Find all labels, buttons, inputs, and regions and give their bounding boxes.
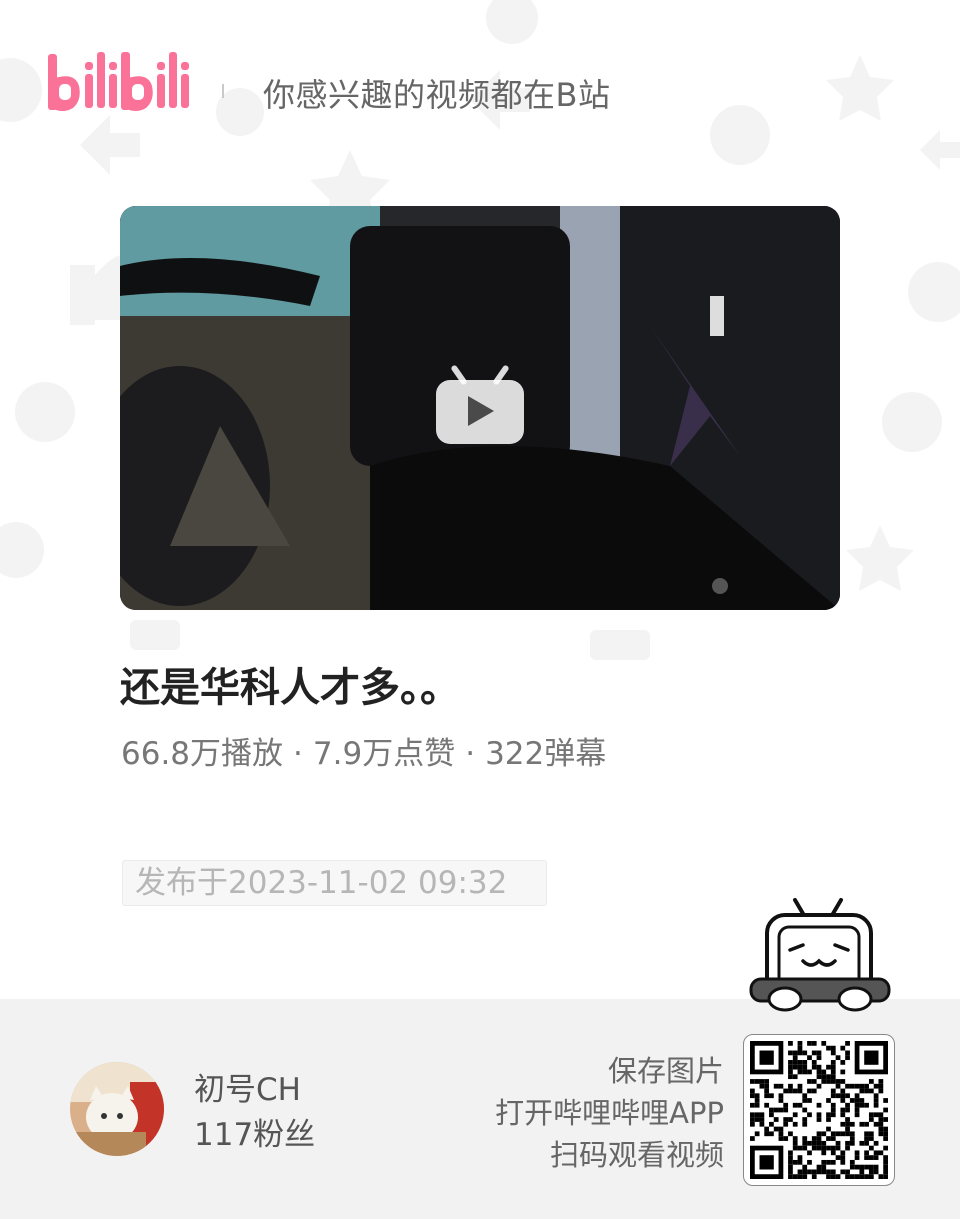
bilibili-logo — [48, 52, 189, 111]
qr-code-image — [750, 1041, 888, 1179]
stats-separator: · — [465, 736, 476, 772]
danmaku-count: 322弹幕 — [485, 736, 607, 772]
cta-scan-code: 扫码观看视频 — [549, 1138, 724, 1172]
fans-count: 117粉丝 — [194, 1117, 316, 1153]
uploader-name[interactable]: 初号CH — [194, 1064, 301, 1109]
play-icon[interactable] — [434, 360, 526, 446]
stats-separator: · — [293, 736, 303, 772]
tv-mascot-icon — [749, 898, 891, 1012]
like-count: 7.9万点赞 — [312, 736, 456, 772]
qr-code[interactable] — [743, 1034, 895, 1186]
video-title: 还是华科人才多。。 — [120, 665, 460, 711]
view-count: 66.8万播放 — [121, 736, 284, 772]
cta-text: 保存图片 打开哔哩哔哩APP 扫码观看视频 — [495, 1050, 724, 1176]
publish-date: 发布于2023-11-02 09:32 — [122, 860, 547, 906]
tagline: 你感兴趣的视频都在B站 — [263, 76, 611, 114]
cta-save-image: 保存图片 — [607, 1054, 724, 1088]
share-card: 你感兴趣的视频都在B站 还是华科人才多。。 66.8万播放 · 7.9万点赞 ·… — [0, 0, 960, 1219]
video-stats: 66.8万播放 · 7.9万点赞 · 322弹幕 — [121, 728, 606, 773]
avatar[interactable] — [70, 1062, 164, 1156]
cta-open-app: 打开哔哩哔哩APP — [495, 1096, 724, 1130]
header-divider — [222, 84, 224, 98]
